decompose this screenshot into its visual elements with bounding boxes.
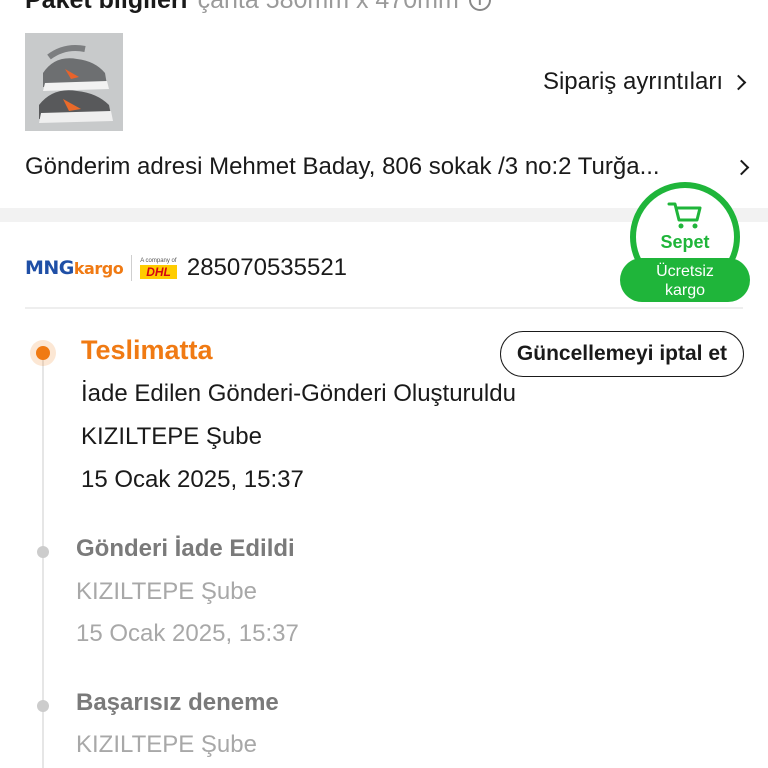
event-location: KIZILTEPE Şube — [76, 731, 257, 758]
chevron-right-icon — [730, 74, 747, 90]
shipping-address-value: Mehmet Baday, 806 sokak /3 no:2 Turğa... — [209, 153, 660, 180]
shipping-address-label: Gönderim adresi — [25, 153, 203, 180]
active-status-description: İade Edilen Gönderi-Gönderi Oluşturuldu — [81, 380, 516, 407]
event-location: KIZILTEPE Şube — [76, 578, 257, 605]
free-shipping-ribbon: Ücretsiz kargo — [620, 258, 750, 302]
tracking-number[interactable]: 285070535521 — [187, 254, 347, 282]
order-details-link[interactable]: Sipariş ayrıntıları — [542, 66, 747, 98]
product-thumbnail[interactable] — [25, 33, 123, 131]
carrier-divider — [25, 307, 743, 309]
package-info-subtitle: çanta 580mm x 470mm — [198, 0, 459, 15]
chevron-right-icon — [733, 159, 750, 175]
cart-free-shipping-badge[interactable]: Sepet Ücretsiz kargo — [620, 182, 750, 302]
timeline-dot — [37, 546, 49, 558]
active-status-title: Teslimatta — [81, 335, 213, 365]
cart-label: Sepet — [660, 232, 710, 252]
event-title: Gönderi İade Edildi — [76, 535, 295, 562]
package-info-header: Paket bilgileri çanta 580mm x 470mm i — [25, 0, 491, 14]
timeline-active-dot — [30, 340, 56, 366]
active-status-location: KIZILTEPE Şube — [81, 423, 262, 450]
cancel-update-button[interactable]: Güncellemeyi iptal et — [499, 331, 744, 377]
shipping-address-text: Gönderim adresi Mehmet Baday, 806 sokak … — [25, 153, 726, 181]
active-status-time: 15 Ocak 2025, 15:37 — [81, 466, 304, 493]
logo-separator — [131, 255, 133, 281]
order-details-label: Sipariş ayrıntıları — [542, 68, 723, 95]
event-title: Başarısız deneme — [76, 689, 279, 716]
package-info-title: Paket bilgileri — [25, 0, 188, 15]
shipping-address-row[interactable]: Gönderim adresi Mehmet Baday, 806 sokak … — [25, 150, 750, 184]
info-icon[interactable]: i — [468, 0, 491, 11]
event-time: 15 Ocak 2025, 15:37 — [76, 620, 299, 647]
mng-kargo-logo: MNGkargo — [25, 257, 124, 279]
dhl-logo: A company of DHL — [140, 257, 177, 279]
shopping-cart-icon — [667, 202, 702, 229]
timeline-dot — [37, 700, 49, 712]
carrier-row[interactable]: MNGkargo A company of DHL 285070535521 — [25, 250, 347, 286]
